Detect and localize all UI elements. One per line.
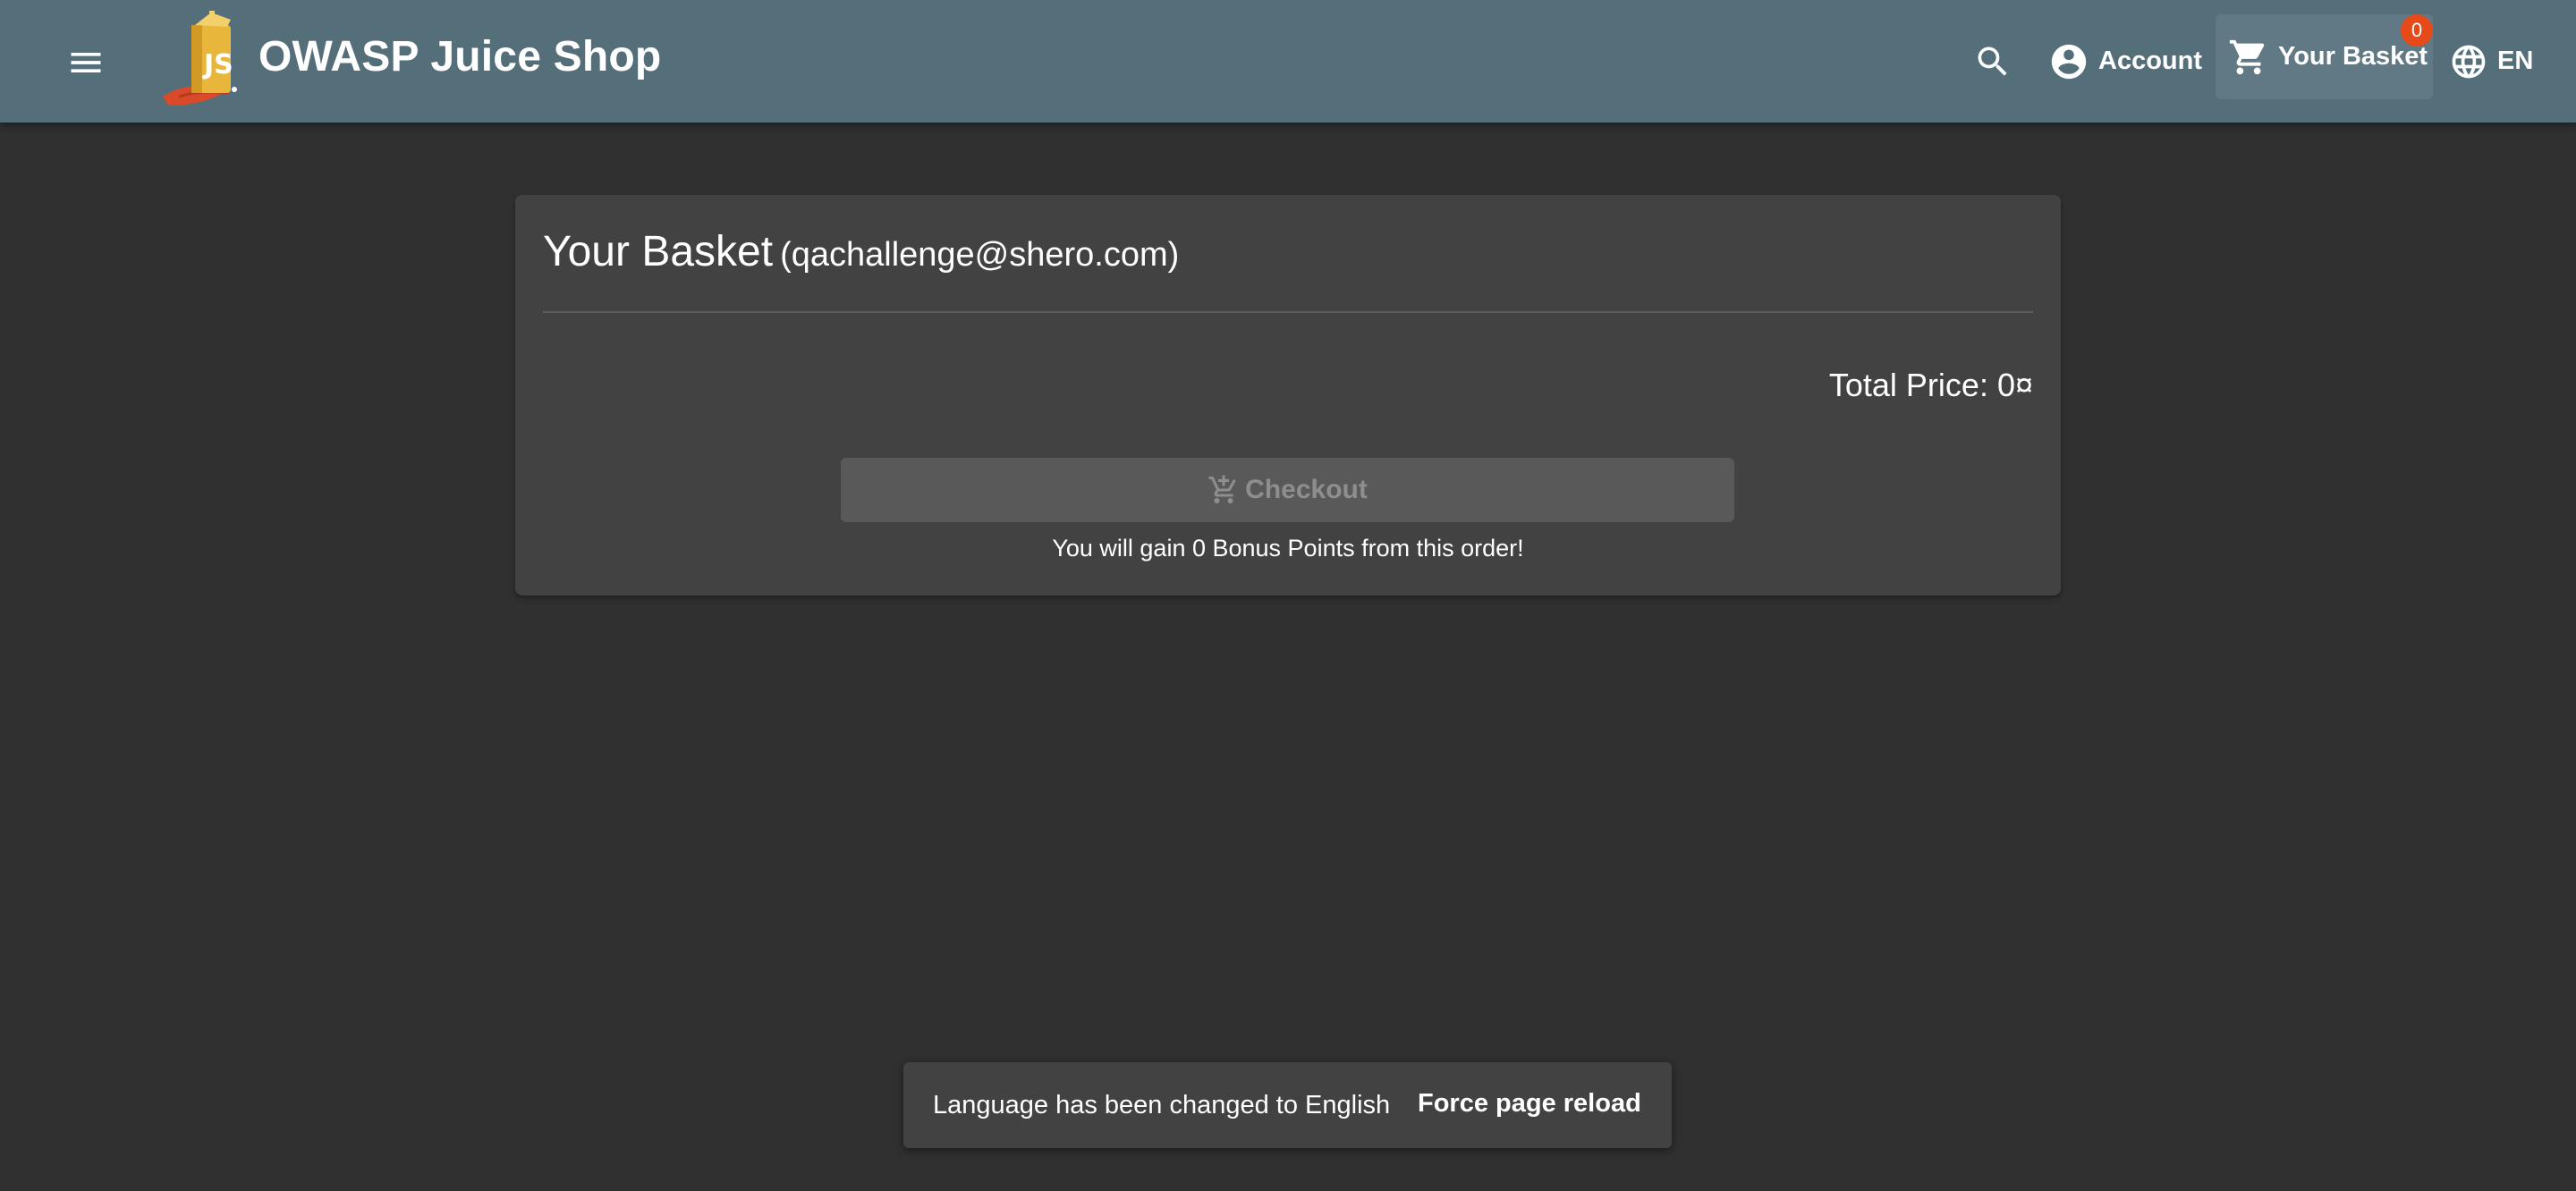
divider (543, 311, 2033, 313)
account-button[interactable]: Account (2048, 0, 2202, 122)
svg-text:JS: JS (202, 49, 233, 80)
search-icon (1978, 46, 2007, 76)
total-price: Total Price: 0¤ (1828, 367, 2033, 403)
menu-button[interactable] (54, 30, 118, 95)
menu-icon (71, 53, 101, 72)
account-circle-icon (2051, 44, 2087, 79)
snackbar-message: Language has been changed to English (933, 1090, 1391, 1119)
shopping-cart-icon (2229, 39, 2265, 74)
top-toolbar: JS OWASP Juice Shop Account Your Basket … (0, 0, 2576, 122)
snackbar: Language has been changed to English For… (903, 1062, 1672, 1148)
checkout-button[interactable]: Checkout (841, 458, 1734, 522)
basket-header: Your Basket (qachallenge@shero.com) (543, 227, 1179, 276)
juice-shop-logo[interactable]: JS (159, 11, 249, 107)
language-button[interactable]: EN (2449, 0, 2533, 122)
search-button[interactable] (1964, 0, 2021, 122)
basket-card: Your Basket (qachallenge@shero.com) Total… (515, 195, 2061, 596)
checkout-label: Checkout (1245, 475, 1368, 504)
basket-title: Your Basket (543, 228, 774, 275)
basket-label: Your Basket (2278, 42, 2428, 71)
basket-count-badge: 0 (2401, 14, 2433, 46)
add-shopping-cart-icon (1208, 475, 1236, 503)
language-label: EN (2497, 46, 2534, 75)
app-title[interactable]: OWASP Juice Shop (258, 32, 661, 81)
force-reload-button[interactable]: Force page reload (1418, 1089, 1641, 1119)
language-icon (2452, 45, 2486, 78)
bonus-points-text: You will gain 0 Bonus Points from this o… (1052, 535, 1524, 562)
account-label: Account (2098, 46, 2202, 75)
basket-owner-email: (qachallenge@shero.com) (780, 236, 1180, 274)
